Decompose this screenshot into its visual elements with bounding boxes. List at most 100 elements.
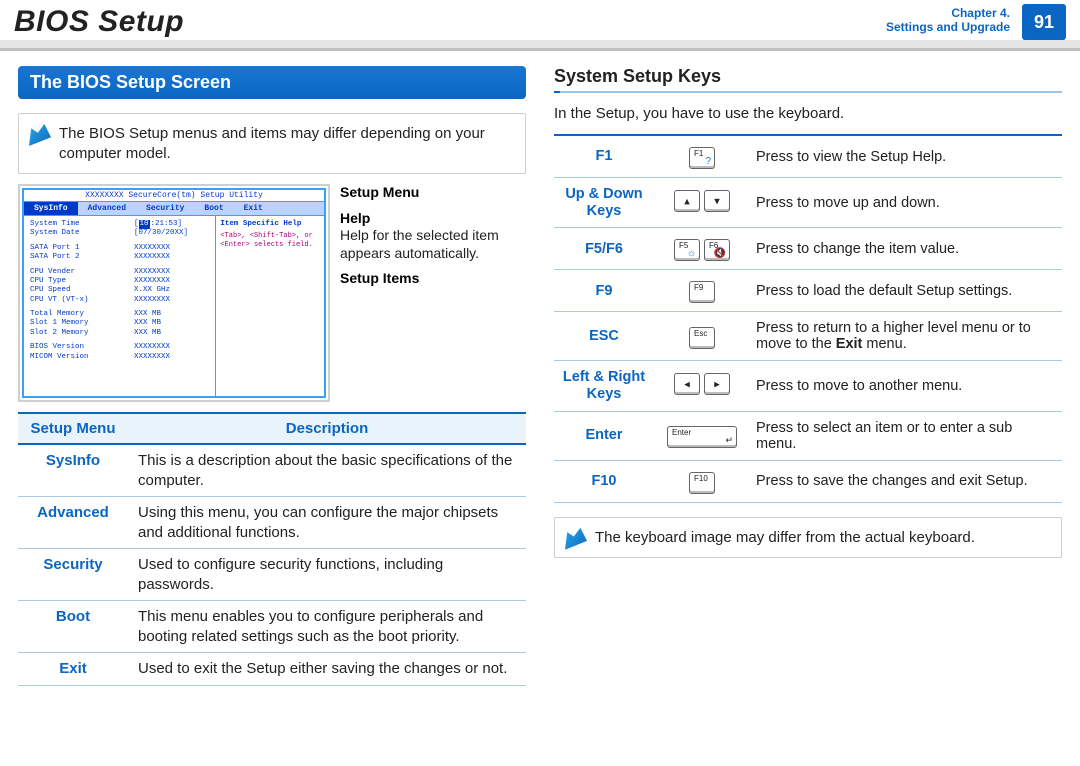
menu-desc: This is a description about the basic sp… (128, 444, 526, 497)
table-row: Up & DownKeys▴▾Press to move up and down… (554, 178, 1062, 228)
key-name: ESC (554, 312, 654, 361)
header-bar: BIOS Setup Chapter 4. Settings and Upgra… (0, 0, 1080, 48)
keycap: F9 (689, 281, 715, 303)
key-desc: Press to move to another menu. (750, 361, 1062, 411)
menu-desc: Used to exit the Setup either saving the… (128, 653, 526, 686)
table-row: F1F1?Press to view the Setup Help. (554, 135, 1062, 178)
bios-row: MICOM VersionXXXXXXXX (30, 353, 209, 362)
bios-row: CPU VenderXXXXXXXX (30, 268, 209, 277)
section-title-right: System Setup Keys (554, 66, 1062, 87)
menu-name: SysInfo (18, 444, 128, 497)
key-name: F1 (554, 135, 654, 178)
table-row: F9 F9 Press to load the default Setup sett… (554, 270, 1062, 312)
key-desc: Press to return to a higher level menu o… (750, 312, 1062, 361)
callout-setup-items: Setup Items (340, 270, 419, 286)
chapter-line1: Chapter 4. (951, 6, 1010, 20)
bios-row: Total MemoryXXX MB (30, 310, 209, 319)
menu-desc: Used to configure security functions, in… (128, 549, 526, 601)
keycap: ▴ (674, 190, 700, 212)
table-row: Enter Enter↵ Press to select an item or to… (554, 411, 1062, 460)
menu-name: Security (18, 549, 128, 601)
bios-tabs: SysInfoAdvancedSecurityBootExit (24, 201, 324, 216)
keycap: Esc (689, 327, 715, 349)
bios-row: Slot 1 MemoryXXX MB (30, 319, 209, 328)
key-desc: Press to save the changes and exit Setup… (750, 460, 1062, 502)
bios-row: System Date[07/30/20XX] (30, 229, 209, 238)
key-caps: ◂▸ (654, 361, 750, 411)
bios-tab-advanced: Advanced (78, 202, 136, 215)
menu-desc: Using this menu, you can configure the m… (128, 497, 526, 549)
key-name: F10 (554, 460, 654, 502)
key-name: Enter (554, 411, 654, 460)
key-caps: Esc (654, 312, 750, 361)
menu-name: Exit (18, 653, 128, 686)
callout-help-body: Help for the selected item appears autom… (340, 227, 499, 261)
bios-utility-title: XXXXXXXX SecureCore(tm) Setup Utility (24, 190, 324, 201)
menu-name: Advanced (18, 497, 128, 549)
table-row: Left & RightKeys◂▸Press to move to anoth… (554, 361, 1062, 411)
note-model-differ: The BIOS Setup menus and items may diffe… (18, 113, 526, 174)
menu-header-desc: Description (128, 413, 526, 444)
table-row: AdvancedUsing this menu, you can configu… (18, 497, 526, 549)
key-caps: Enter↵ (654, 411, 750, 460)
key-name: F9 (554, 270, 654, 312)
table-row: SecurityUsed to configure security funct… (18, 549, 526, 601)
table-row: SysInfoThis is a description about the b… (18, 444, 526, 497)
key-caps: F1? (654, 135, 750, 178)
keycap: ◂ (674, 373, 700, 395)
menu-desc: This menu enables you to configure perip… (128, 601, 526, 653)
right-column: System Setup Keys In the Setup, you have… (554, 66, 1062, 686)
keycap: ▾ (704, 190, 730, 212)
bios-help-panel: Item Specific Help <Tab>, <Shift-Tab>, o… (216, 216, 324, 396)
key-name: Left & RightKeys (554, 361, 654, 411)
keycap: F5☼ (674, 239, 700, 261)
bios-left-panel: System Time[10:21:53]System Date[07/30/2… (24, 216, 216, 396)
keycap: F10 (689, 472, 715, 494)
bios-help-header: Item Specific Help (220, 220, 320, 228)
keys-intro: In the Setup, you have to use the keyboa… (554, 105, 1062, 122)
table-row: F10 F10 Press to save the changes and exit… (554, 460, 1062, 502)
keycap: F6🔇 (704, 239, 730, 261)
table-row: ESC Esc Press to return to a higher level … (554, 312, 1062, 361)
bios-row: BIOS VersionXXXXXXXX (30, 343, 209, 352)
bios-tab-sysinfo: SysInfo (24, 202, 78, 215)
bios-row: System Time[10:21:53] (30, 220, 209, 229)
setup-keys-table: F1F1?Press to view the Setup Help.Up & D… (554, 134, 1062, 503)
bios-row: Slot 2 MemoryXXX MB (30, 329, 209, 338)
table-row: BootThis menu enables you to configure p… (18, 601, 526, 653)
menu-header-name: Setup Menu (18, 413, 128, 444)
menu-name: Boot (18, 601, 128, 653)
note-keyboard-differ: The keyboard image may differ from the a… (554, 517, 1062, 559)
key-caps: F10 (654, 460, 750, 502)
bios-tab-exit: Exit (234, 202, 273, 215)
key-desc: Press to move up and down. (750, 178, 1062, 228)
bios-screenshot: XXXXXXXX SecureCore(tm) Setup Utility Sy… (18, 184, 330, 402)
bios-row: SATA Port 2XXXXXXXX (30, 253, 209, 262)
key-caps: F9 (654, 270, 750, 312)
bios-tab-boot: Boot (194, 202, 233, 215)
key-desc: Press to view the Setup Help. (750, 135, 1062, 178)
bios-row: CPU TypeXXXXXXXX (30, 277, 209, 286)
bios-row: SATA Port 1XXXXXXXX (30, 244, 209, 253)
bios-help-hint: <Tab>, <Shift-Tab>, or <Enter> selects f… (220, 232, 320, 250)
page-number: 91 (1022, 4, 1066, 40)
setup-menu-table: Setup Menu Description SysInfoThis is a … (18, 412, 526, 686)
keycap: ▸ (704, 373, 730, 395)
key-desc: Press to select an item or to enter a su… (750, 411, 1062, 460)
key-desc: Press to change the item value. (750, 228, 1062, 270)
key-name: F5/F6 (554, 228, 654, 270)
callout-setup-menu: Setup Menu (340, 184, 419, 200)
table-row: ExitUsed to exit the Setup either saving… (18, 653, 526, 686)
key-caps: ▴▾ (654, 178, 750, 228)
section-title-left: The BIOS Setup Screen (18, 66, 526, 99)
left-column: The BIOS Setup Screen The BIOS Setup men… (18, 66, 526, 686)
chapter-label: Chapter 4. Settings and Upgrade (886, 6, 1010, 34)
key-caps: F5☼F6🔇 (654, 228, 750, 270)
bios-row: CPU SpeedX.XX GHz (30, 286, 209, 295)
key-desc: Press to load the default Setup settings… (750, 270, 1062, 312)
keycap: Enter↵ (667, 426, 737, 448)
bios-row: CPU VT (VT-x)XXXXXXXX (30, 296, 209, 305)
key-name: Up & DownKeys (554, 178, 654, 228)
bios-tab-security: Security (136, 202, 194, 215)
chapter-line2: Settings and Upgrade (886, 20, 1010, 34)
